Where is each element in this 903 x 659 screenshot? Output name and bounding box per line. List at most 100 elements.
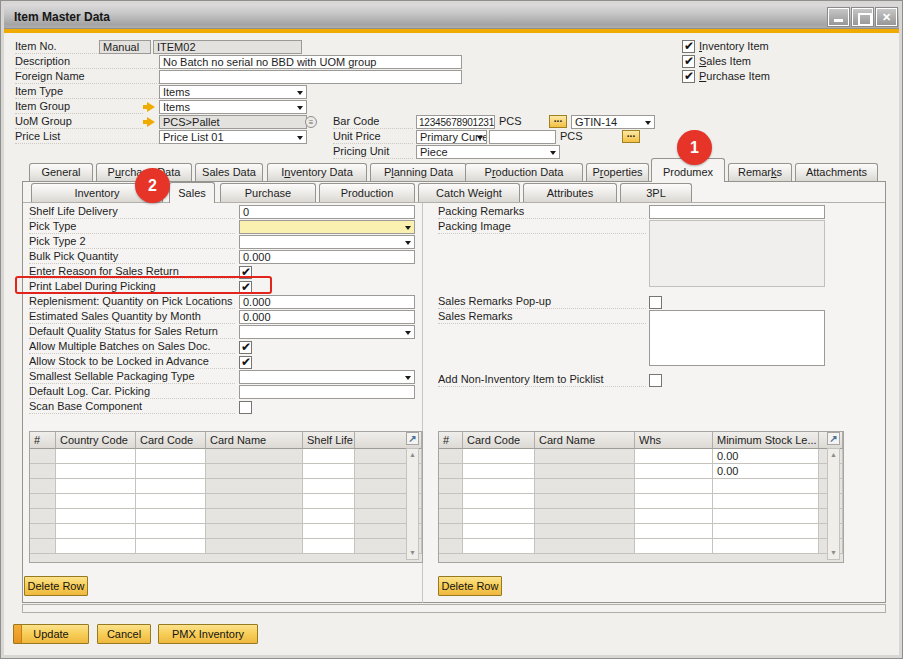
combo-smallest-sellable-packaging-type[interactable] bbox=[239, 370, 415, 384]
cell[interactable] bbox=[713, 509, 819, 524]
subtab-production[interactable]: Production bbox=[319, 183, 415, 202]
column-header-country-code[interactable]: Country Code bbox=[56, 432, 136, 449]
cell[interactable] bbox=[56, 449, 136, 464]
item-group-combo[interactable]: Items bbox=[159, 100, 307, 114]
item-no-mode-field[interactable]: Manual bbox=[99, 40, 151, 54]
cell[interactable] bbox=[439, 449, 463, 464]
cell[interactable] bbox=[30, 464, 56, 479]
bar-code-field[interactable]: 12345678901231 bbox=[416, 115, 495, 129]
cell[interactable] bbox=[635, 479, 713, 494]
cell[interactable] bbox=[206, 449, 303, 464]
field-replenisment-quantity-on-pick-locations[interactable]: 0.000 bbox=[239, 295, 415, 309]
tab-production-data[interactable]: Production Data bbox=[465, 163, 583, 181]
tab-remarks[interactable]: Remarks bbox=[728, 163, 792, 181]
cell[interactable] bbox=[206, 494, 303, 509]
delete-row-button-right[interactable]: Delete Row bbox=[438, 576, 502, 596]
cell[interactable] bbox=[206, 464, 303, 479]
cell[interactable] bbox=[535, 539, 635, 554]
update-button[interactable]: Update bbox=[13, 624, 89, 644]
cancel-button[interactable]: Cancel bbox=[97, 624, 151, 644]
cell[interactable] bbox=[463, 479, 535, 494]
cell[interactable] bbox=[30, 479, 56, 494]
title-bar[interactable]: Item Master Data bbox=[4, 4, 899, 29]
maximize-button[interactable] bbox=[852, 8, 873, 26]
foreign-name-field[interactable] bbox=[159, 70, 462, 84]
cell[interactable] bbox=[535, 509, 635, 524]
bar-code-type-combo[interactable]: GTIN-14 bbox=[571, 115, 655, 129]
scroll-up-icon[interactable]: ▲ bbox=[407, 449, 418, 461]
pmx-inventory-button[interactable]: PMX Inventory bbox=[158, 624, 258, 644]
cell[interactable] bbox=[463, 509, 535, 524]
checkbox-add-non-inventory[interactable] bbox=[649, 374, 662, 387]
checkbox-purchase-item[interactable] bbox=[682, 70, 695, 83]
subtab-attributes[interactable]: Attributes bbox=[523, 183, 617, 202]
checkbox-sales-remarks-popup[interactable] bbox=[649, 296, 662, 309]
tab-attachments[interactable]: Attachments bbox=[795, 163, 878, 181]
cell[interactable] bbox=[56, 524, 136, 539]
cell[interactable] bbox=[463, 449, 535, 464]
scroll-up-icon[interactable]: ▲ bbox=[828, 449, 839, 461]
field-estimated-sales-quantity-by-month[interactable]: 0.000 bbox=[239, 310, 415, 324]
cell[interactable] bbox=[30, 509, 56, 524]
cell[interactable] bbox=[303, 464, 355, 479]
cell[interactable] bbox=[535, 464, 635, 479]
column-header-[interactable]: # bbox=[30, 432, 56, 449]
cell[interactable] bbox=[635, 539, 713, 554]
combo-default-quality-status-for-sales-return[interactable] bbox=[239, 325, 415, 339]
field-default-log-car-picking[interactable] bbox=[239, 385, 415, 399]
cell[interactable] bbox=[206, 479, 303, 494]
cell[interactable] bbox=[136, 479, 206, 494]
cell[interactable] bbox=[463, 494, 535, 509]
bar-code-ellipsis-button[interactable]: ... bbox=[549, 115, 567, 128]
cell[interactable] bbox=[303, 539, 355, 554]
unit-price-currency-combo[interactable]: Primary Curre bbox=[416, 130, 487, 144]
unit-price-ellipsis-button[interactable]: ... bbox=[622, 130, 640, 143]
uom-group-field[interactable]: PCS>Pallet bbox=[159, 115, 307, 129]
tab-general[interactable]: General bbox=[29, 163, 93, 181]
expand-grid-icon[interactable]: ↗ bbox=[827, 432, 840, 445]
cell[interactable] bbox=[30, 494, 56, 509]
link-arrow-icon[interactable] bbox=[147, 117, 155, 127]
close-button[interactable] bbox=[876, 8, 897, 26]
checkbox-scan-base-component[interactable] bbox=[239, 401, 252, 414]
tab-inventory-data[interactable]: Inventory Data bbox=[267, 163, 367, 181]
checkbox-allow-stock-to-be-locked-in-advance[interactable] bbox=[239, 356, 252, 369]
cell[interactable] bbox=[463, 524, 535, 539]
link-arrow-icon[interactable] bbox=[147, 102, 155, 112]
column-header-shelf-life[interactable]: Shelf Life bbox=[303, 432, 355, 449]
cell[interactable] bbox=[463, 464, 535, 479]
expand-grid-icon[interactable]: ↗ bbox=[406, 432, 419, 445]
cell[interactable] bbox=[206, 524, 303, 539]
scroll-down-icon[interactable]: ▼ bbox=[828, 547, 839, 559]
cell[interactable] bbox=[303, 479, 355, 494]
checkbox-sales-item[interactable] bbox=[682, 55, 695, 68]
cell[interactable] bbox=[635, 464, 713, 479]
cell[interactable] bbox=[439, 509, 463, 524]
cell[interactable] bbox=[56, 509, 136, 524]
cell[interactable] bbox=[535, 449, 635, 464]
cell[interactable] bbox=[136, 509, 206, 524]
vertical-scrollbar[interactable]: ▲▼ bbox=[406, 448, 419, 560]
column-header-[interactable]: # bbox=[439, 432, 463, 449]
cell[interactable] bbox=[713, 479, 819, 494]
cell[interactable] bbox=[206, 509, 303, 524]
checkbox-allow-multiple-batches-on-sales-doc[interactable] bbox=[239, 341, 252, 354]
cell[interactable] bbox=[303, 449, 355, 464]
subtab-purchase[interactable]: Purchase bbox=[220, 183, 316, 202]
subtab-catch-weight[interactable]: Catch Weight bbox=[418, 183, 520, 202]
column-header-card-code[interactable]: Card Code bbox=[136, 432, 206, 449]
cell[interactable] bbox=[303, 494, 355, 509]
column-header-card-code[interactable]: Card Code bbox=[463, 432, 535, 449]
cell[interactable] bbox=[30, 449, 56, 464]
cell[interactable] bbox=[136, 494, 206, 509]
vertical-scrollbar[interactable]: ▲▼ bbox=[827, 448, 840, 560]
pricing-unit-combo[interactable]: Piece bbox=[416, 145, 560, 159]
field-shelf-life-delivery[interactable]: 0 bbox=[239, 205, 415, 219]
cell[interactable] bbox=[439, 494, 463, 509]
cell[interactable] bbox=[713, 539, 819, 554]
column-header-card-name[interactable]: Card Name bbox=[535, 432, 635, 449]
combo-pick-type[interactable] bbox=[239, 220, 415, 234]
cell[interactable] bbox=[635, 494, 713, 509]
packing-image-box[interactable] bbox=[649, 220, 825, 287]
cell[interactable] bbox=[30, 524, 56, 539]
